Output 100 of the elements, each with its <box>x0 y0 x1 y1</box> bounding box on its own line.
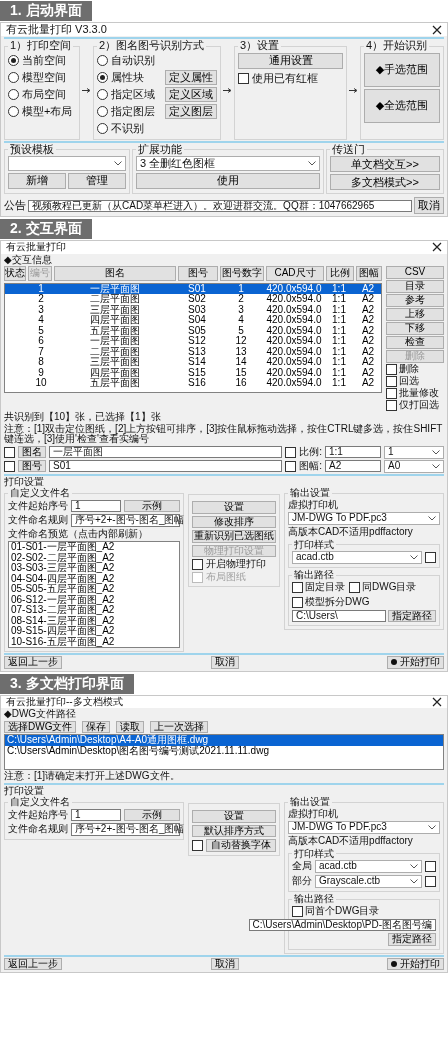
dropdown[interactable]: A0 <box>384 459 444 473</box>
table-row[interactable]: 1 一层平面图 S01 1 420.0x594.0 1:1 A2 <box>5 283 381 295</box>
action-button[interactable]: 默认排序方式 <box>192 824 276 838</box>
checkbox[interactable] <box>292 581 303 593</box>
text-field[interactable]: 一层平面图 <box>49 446 283 459</box>
define-button[interactable]: 定义属性 <box>165 69 217 85</box>
notice-field[interactable]: 视频教程已更新（从CAD菜单栏进入）。欢迎进群交流。QQ群：1047662965 <box>28 199 412 213</box>
dropdown[interactable]: 1 <box>384 445 444 459</box>
text-field[interactable]: S01 <box>49 460 283 473</box>
column-header[interactable]: 图名 <box>54 266 176 281</box>
start-print-button[interactable]: 开始打印 <box>387 656 444 669</box>
radio-button[interactable] <box>97 54 108 66</box>
checkbox[interactable] <box>386 388 397 400</box>
checkbox[interactable] <box>4 446 15 458</box>
path-field[interactable]: C:\Users\Admin\Desktop\PD-图名图号编 <box>248 918 436 932</box>
radio-button[interactable] <box>8 71 19 83</box>
list-item[interactable]: 05-S05-五层平面图_A2 <box>9 584 179 595</box>
checkbox[interactable] <box>425 876 436 888</box>
column-header[interactable]: 状态 <box>4 266 26 281</box>
side-button[interactable]: 下移 <box>386 322 444 336</box>
column-header[interactable]: 图幅 <box>356 266 382 281</box>
select-range-button[interactable]: ◆手选范围 <box>364 52 440 87</box>
list-item[interactable]: 07-S13-二层平面图_A2 <box>9 605 179 616</box>
checkbox[interactable] <box>349 581 360 593</box>
cancel-button[interactable]: 取消 <box>210 656 239 669</box>
radio-button[interactable] <box>97 88 108 100</box>
preset-button[interactable]: 管理 <box>68 172 126 189</box>
list-item[interactable]: 03-S03-三层平面图_A2 <box>9 563 179 574</box>
table-row[interactable]: 7 二层平面图 S13 13 420.0x594.0 1:1 A2 <box>5 346 381 358</box>
column-header[interactable]: 图号 <box>178 266 218 281</box>
dropdown[interactable]: 3 全删红色图框 <box>136 156 320 171</box>
choose-path-button[interactable]: 指定路径 <box>388 933 436 946</box>
text-field[interactable]: A2 <box>325 460 381 473</box>
path-field[interactable]: C:\Users\ <box>292 609 386 623</box>
checkbox[interactable] <box>292 596 303 608</box>
list-item[interactable]: 04-S04-四层平面图_A2 <box>9 573 179 585</box>
file-list-item[interactable]: C:\Users\Admin\Desktop\A4-A0通用图框.dwg <box>5 735 443 746</box>
table-row[interactable]: 9 四层平面图 S15 15 420.0x594.0 1:1 A2 <box>5 367 381 379</box>
back-button[interactable]: 返回上一步 <box>4 957 62 971</box>
checkbox[interactable] <box>425 861 436 873</box>
action-button[interactable]: 重新识别已选图纸 <box>192 530 276 543</box>
checkbox[interactable] <box>4 460 15 472</box>
list-item[interactable]: 10-S16-五层平面图_A2 <box>9 636 179 648</box>
define-button[interactable]: 定义图层 <box>165 103 217 119</box>
file-button[interactable]: 读取 <box>116 720 145 734</box>
side-button[interactable]: 目录 <box>386 280 444 294</box>
example-button[interactable]: 示例 <box>124 808 180 822</box>
action-button[interactable]: 设置 <box>192 810 276 823</box>
side-button[interactable]: 检查 <box>386 336 444 350</box>
action-button[interactable]: 自动替换字体 <box>206 839 276 852</box>
use-button[interactable]: 使用 <box>136 172 320 189</box>
dropdown[interactable]: JM-DWG To PDF.pc3 <box>288 821 440 835</box>
list-item[interactable]: 09-S15-四层平面图_A2 <box>9 626 179 637</box>
checkbox[interactable] <box>386 400 397 412</box>
side-button[interactable]: 上移 <box>386 308 444 322</box>
side-button[interactable]: CSV <box>386 266 444 280</box>
checkbox[interactable] <box>192 559 203 571</box>
checkbox[interactable] <box>292 905 303 917</box>
table-row[interactable]: 3 三层平面图 S03 3 420.0x594.0 1:1 A2 <box>5 304 381 316</box>
text-field[interactable]: 1 <box>71 499 121 513</box>
dropdown[interactable]: Grayscale.ctb <box>315 875 422 889</box>
list-item[interactable]: 01-S01-一层平面图_A2 <box>9 542 179 553</box>
radio-button[interactable] <box>97 71 108 83</box>
preset-button[interactable]: 新增 <box>8 172 66 189</box>
define-button[interactable]: 定义区域 <box>165 86 217 102</box>
choose-path-button[interactable]: 指定路径 <box>388 609 436 623</box>
text-field[interactable]: 1:1 <box>325 446 381 459</box>
close-icon[interactable] <box>432 696 442 707</box>
cancel-button[interactable]: 取消 <box>210 957 239 971</box>
list-item[interactable]: 08-S14-三层平面图_A2 <box>9 615 179 627</box>
radio-button[interactable] <box>8 105 19 117</box>
checkbox[interactable] <box>425 552 436 564</box>
column-header[interactable]: CAD尺寸 <box>266 266 324 281</box>
side-button[interactable]: 参考 <box>386 294 444 308</box>
close-icon[interactable] <box>432 24 442 35</box>
start-print-button[interactable]: 开始打印 <box>387 957 444 971</box>
radio-button[interactable] <box>97 122 108 134</box>
mode-button[interactable]: 多文档模式>> <box>330 174 440 191</box>
radio-button[interactable] <box>8 54 19 66</box>
checkbox[interactable] <box>285 460 297 472</box>
table-row[interactable]: 4 四层平面图 S04 4 420.0x594.0 1:1 A2 <box>5 315 381 326</box>
dropdown[interactable]: acad.ctb <box>315 860 422 874</box>
select-range-button[interactable]: ◆全选范围 <box>364 88 440 123</box>
table-row[interactable]: 6 一层平面图 S12 12 420.0x594.0 1:1 A2 <box>5 336 381 347</box>
table-row[interactable]: 2 二层平面图 S02 2 420.0x594.0 1:1 A2 <box>5 294 381 305</box>
list-item[interactable]: 06-S12-一层平面图_A2 <box>9 594 179 606</box>
column-header[interactable]: 图号数字 <box>220 266 264 281</box>
back-button[interactable]: 返回上一步 <box>4 656 62 669</box>
example-button[interactable]: 示例 <box>124 499 180 513</box>
dropdown[interactable]: acad.ctb <box>292 551 422 565</box>
file-list-item[interactable]: C:\Users\Admin\Desktop\图名图号编号测试2021.11.11.dwg <box>5 745 443 757</box>
table-row[interactable]: 10 五层平面图 S16 16 420.0x594.0 1:1 A2 <box>5 378 381 389</box>
checkbox[interactable] <box>192 839 203 851</box>
checkbox[interactable] <box>386 364 397 376</box>
action-button[interactable]: 修改排序 <box>192 515 276 529</box>
radio-button[interactable] <box>97 105 108 117</box>
cancel-button[interactable]: 取消 <box>414 197 444 215</box>
checkbox[interactable] <box>285 446 297 458</box>
list-item[interactable]: 02-S02-二层平面图_A2 <box>9 552 179 564</box>
action-button[interactable]: 设置 <box>192 501 276 514</box>
